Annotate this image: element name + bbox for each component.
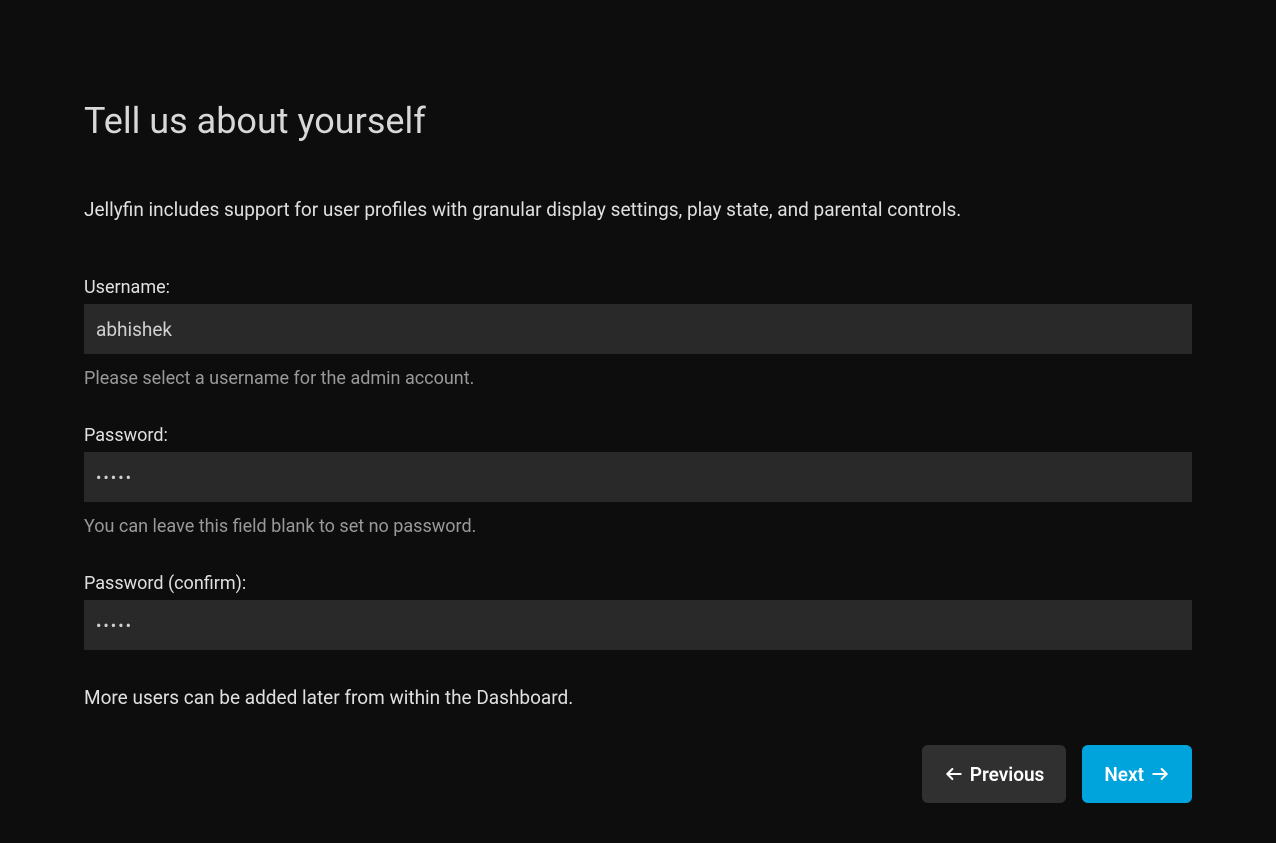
- footer-note: More users can be added later from withi…: [84, 686, 1192, 709]
- button-row: Previous Next: [84, 745, 1192, 803]
- arrow-left-icon: [944, 764, 964, 784]
- password-input[interactable]: [84, 452, 1192, 502]
- password-group: Password: You can leave this field blank…: [84, 425, 1192, 537]
- page-title: Tell us about yourself: [84, 100, 1192, 142]
- page-description: Jellyfin includes support for user profi…: [84, 198, 1192, 221]
- password-confirm-input[interactable]: [84, 600, 1192, 650]
- next-button[interactable]: Next: [1082, 745, 1192, 803]
- previous-button-label: Previous: [970, 763, 1045, 786]
- password-help: You can leave this field blank to set no…: [84, 516, 1192, 537]
- previous-button[interactable]: Previous: [922, 745, 1067, 803]
- username-help: Please select a username for the admin a…: [84, 368, 1192, 389]
- username-group: Username: Please select a username for t…: [84, 277, 1192, 389]
- arrow-right-icon: [1150, 764, 1170, 784]
- password-label: Password:: [84, 425, 1192, 446]
- password-confirm-group: Password (confirm):: [84, 573, 1192, 650]
- setup-wizard-page: Tell us about yourself Jellyfin includes…: [0, 0, 1276, 843]
- username-input[interactable]: [84, 304, 1192, 354]
- next-button-label: Next: [1104, 763, 1144, 786]
- username-label: Username:: [84, 277, 1192, 298]
- password-confirm-label: Password (confirm):: [84, 573, 1192, 594]
